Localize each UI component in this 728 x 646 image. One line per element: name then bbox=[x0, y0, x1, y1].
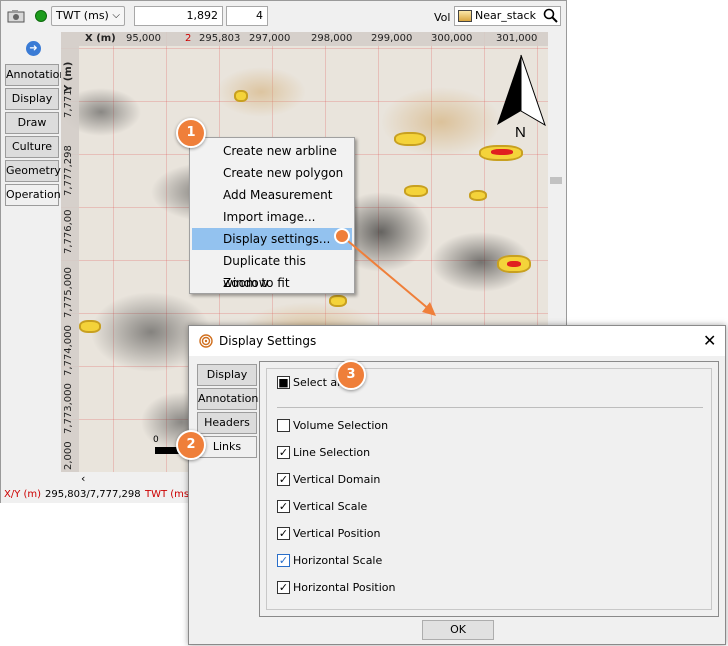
y-tick-label: 7,771, bbox=[63, 86, 74, 118]
dialog-tab-annotations[interactable]: Annotations bbox=[197, 388, 264, 410]
option-label: Horizontal Scale bbox=[293, 554, 383, 567]
x-tick-label: 298,000 bbox=[311, 33, 353, 44]
north-label: N bbox=[515, 124, 526, 139]
menu-item-duplicate-window[interactable]: Duplicate this window bbox=[192, 250, 352, 290]
ok-button[interactable]: OK bbox=[422, 620, 494, 640]
xy-value: 295,803/7,777,298 bbox=[45, 489, 141, 500]
dialog-tab-links[interactable]: Links bbox=[197, 436, 257, 458]
option-label: Line Selection bbox=[293, 446, 371, 459]
select-all-checkbox[interactable]: ■ bbox=[277, 376, 290, 389]
menu-item-add-measurement[interactable]: Add Measurement bbox=[192, 184, 352, 206]
amplitude-patch bbox=[507, 261, 521, 267]
links-options-group: ■ Select all Volume Selection ✓ Line Sel… bbox=[266, 368, 712, 610]
y-tick-label: 7,776,00 bbox=[63, 209, 74, 254]
search-icon[interactable] bbox=[543, 8, 558, 23]
callout-1: 1 bbox=[176, 118, 206, 148]
option-label: Horizontal Position bbox=[293, 581, 396, 594]
side-tab-geometry[interactable]: Geometry bbox=[5, 160, 61, 182]
chevron-down-icon: ⌵ bbox=[112, 10, 120, 21]
option-label: Volume Selection bbox=[293, 419, 389, 432]
dialog-titlebar: Display Settings ✕ bbox=[189, 326, 725, 356]
menu-item-create-polygon[interactable]: Create new polygon bbox=[192, 162, 352, 184]
side-tab-operations[interactable]: Operations bbox=[5, 184, 66, 206]
nav-arrow-icon[interactable]: ➜ bbox=[26, 41, 41, 56]
x-axis: X (m) 95,000 2 295,803 297,000 298,000 2… bbox=[61, 32, 548, 46]
amplitude-patch bbox=[471, 192, 485, 199]
side-tab-annotation[interactable]: Annotation bbox=[5, 64, 66, 86]
display-settings-icon bbox=[199, 334, 213, 348]
checkbox-checked[interactable]: ✓ bbox=[277, 473, 290, 486]
side-tab-draw[interactable]: Draw bbox=[5, 112, 59, 134]
divider bbox=[277, 407, 703, 408]
callout-3: 3 bbox=[336, 360, 366, 390]
y-tick-label: 7,773,000 bbox=[63, 383, 74, 434]
amplitude-patch bbox=[491, 149, 513, 155]
toolbar: TWT (ms) ⌵ 1,892 4 Vol Near_stack bbox=[1, 1, 566, 31]
scale-bar-label: 0 bbox=[153, 435, 159, 445]
checkbox-checked[interactable]: ✓ bbox=[277, 581, 290, 594]
x-tick-label: 299,000 bbox=[371, 33, 413, 44]
menu-item-display-settings[interactable]: Display settings... bbox=[192, 228, 352, 250]
menu-item-import-image[interactable]: Import image... bbox=[192, 206, 352, 228]
twt-label: TWT (ms bbox=[145, 489, 190, 500]
checkbox-checked[interactable]: ✓ bbox=[277, 554, 290, 567]
dialog-title: Display Settings bbox=[219, 334, 317, 348]
close-icon[interactable]: ✕ bbox=[703, 331, 716, 350]
option-label: Vertical Domain bbox=[293, 473, 381, 486]
option-label: Vertical Position bbox=[293, 527, 381, 540]
vol-label: Vol bbox=[434, 11, 451, 24]
y-tick-label: 2,000 bbox=[63, 441, 74, 470]
checkbox-checked[interactable]: ✓ bbox=[277, 500, 290, 513]
menu-item-create-arbline[interactable]: Create new arbline bbox=[192, 140, 352, 162]
side-tab-culture[interactable]: Culture bbox=[5, 136, 59, 158]
x-tick-label: 297,000 bbox=[249, 33, 291, 44]
checkbox-checked[interactable]: ✓ bbox=[277, 446, 290, 459]
side-tab-display[interactable]: Display bbox=[5, 88, 59, 110]
y-tick-label: 7,774,000 bbox=[63, 325, 74, 376]
amplitude-patch bbox=[236, 92, 246, 100]
callout-arrow bbox=[334, 228, 436, 316]
status-dot-icon bbox=[35, 10, 47, 22]
x-axis-label: X (m) bbox=[85, 33, 116, 44]
dialog-tab-headers[interactable]: Headers bbox=[197, 412, 257, 434]
y-tick-label: 7,775,000 bbox=[63, 267, 74, 318]
callout-2: 2 bbox=[176, 430, 206, 460]
step-field[interactable]: 4 bbox=[226, 6, 268, 26]
camera-icon[interactable] bbox=[7, 9, 25, 23]
z-value-field[interactable]: 1,892 bbox=[134, 6, 223, 26]
x-tick-label: 301,000 bbox=[496, 33, 538, 44]
x-tick-label: 295,803 bbox=[199, 33, 241, 44]
domain-select[interactable]: TWT (ms) ⌵ bbox=[51, 6, 125, 26]
xy-label: X/Y (m) bbox=[4, 489, 42, 500]
scroll-left-arrow[interactable]: ‹ bbox=[81, 472, 85, 485]
amplitude-patch bbox=[396, 134, 424, 144]
checkbox-unchecked[interactable] bbox=[277, 419, 290, 432]
amplitude-patch bbox=[81, 322, 99, 331]
display-settings-dialog: Display Settings ✕ Display Annotations H… bbox=[188, 325, 726, 645]
menu-item-zoom-to-fit[interactable]: Zoom to fit bbox=[192, 272, 352, 294]
x-tick-label: 300,000 bbox=[431, 33, 473, 44]
amplitude-patch bbox=[406, 187, 426, 195]
scroll-thumb[interactable] bbox=[550, 177, 562, 184]
x-tick-label: 95,000 bbox=[126, 33, 161, 44]
north-arrow-icon: N bbox=[497, 54, 546, 139]
option-label: Vertical Scale bbox=[293, 500, 368, 513]
y-tick-label: 7,777,298 bbox=[63, 145, 74, 196]
links-panel: ■ Select all Volume Selection ✓ Line Sel… bbox=[259, 361, 719, 617]
volume-icon bbox=[458, 10, 472, 22]
x-tick-label: 2 bbox=[185, 33, 192, 44]
dialog-tab-display[interactable]: Display bbox=[197, 364, 257, 386]
domain-select-value: TWT (ms) bbox=[56, 9, 109, 22]
checkbox-checked[interactable]: ✓ bbox=[277, 527, 290, 540]
y-axis: Y (m) 7,771, 7,777,298 7,776,00 7,775,00… bbox=[61, 46, 79, 472]
